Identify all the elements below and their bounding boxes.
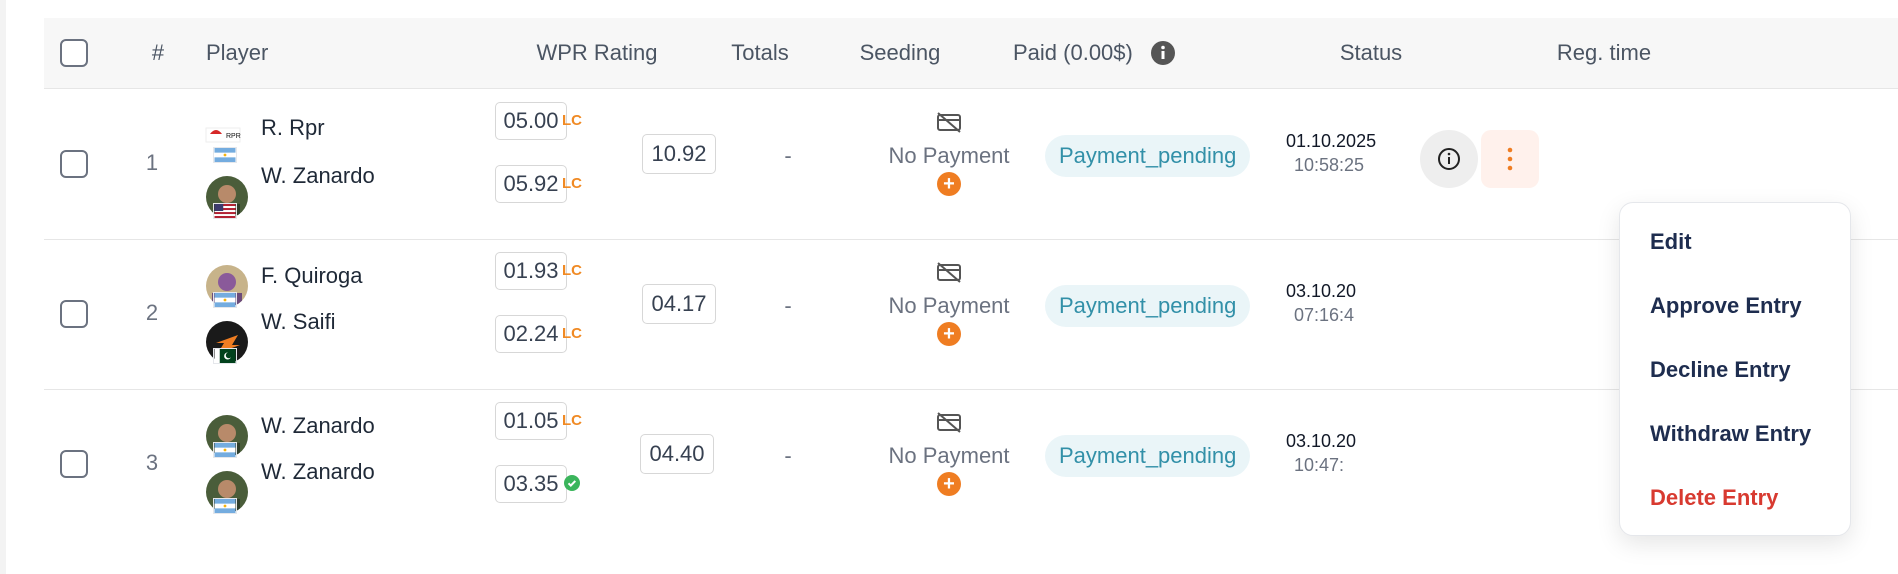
argentina-flag-icon (213, 292, 237, 308)
reg-date: 03.10.20 (1286, 431, 1357, 451)
add-payment-button[interactable]: + (937, 322, 961, 346)
reg-date: 01.10.2025 (1286, 131, 1377, 151)
seeding-value: - (784, 293, 792, 318)
header-number: # (151, 40, 165, 65)
argentina-flag-icon (213, 498, 237, 514)
seeding-value: - (784, 143, 792, 168)
kebab-menu-icon (1507, 147, 1513, 171)
payment-status-text: No Payment (888, 293, 1010, 318)
payment-status-text: No Payment (888, 443, 1010, 468)
argentina-flag-icon (213, 147, 237, 163)
status-badge: Payment_pending (1045, 435, 1251, 477)
menu-item-approve-entry[interactable]: Approve Entry (1650, 293, 1802, 319)
header-player[interactable]: Player (206, 18, 268, 88)
row-checkbox[interactable] (60, 150, 88, 178)
usa-flag-icon (213, 203, 237, 219)
header-status[interactable]: Status (1340, 18, 1402, 88)
header-paid[interactable]: Paid (0.00$) (1013, 18, 1133, 88)
reg-time: 07:16:4 (1294, 305, 1355, 325)
wpr-rating-value: 02.24 (495, 315, 567, 353)
lc-badge: LC (562, 175, 582, 192)
player-name[interactable]: W. Zanardo (261, 413, 375, 439)
row-checkbox[interactable] (60, 300, 88, 328)
lc-badge: LC (562, 112, 582, 129)
reg-time: 10:47: (1294, 455, 1345, 475)
player-name[interactable]: W. Zanardo (261, 459, 375, 485)
total-value: 04.40 (640, 434, 714, 474)
player-name[interactable]: F. Quiroga (261, 263, 363, 289)
entry-actions-menu: Edit Approve Entry Decline Entry Withdra… (1619, 202, 1851, 536)
header-seeding[interactable]: Seeding (860, 18, 941, 88)
menu-item-withdraw-entry[interactable]: Withdraw Entry (1650, 421, 1811, 447)
table-header: # Player WPR Rating Totals Seeding Paid … (44, 18, 1898, 89)
no-card-icon (937, 412, 961, 433)
payment-status-text: No Payment (888, 143, 1010, 168)
more-actions-button[interactable] (1481, 130, 1539, 188)
header-reg-time[interactable]: Reg. time (1557, 18, 1651, 88)
row-index: 1 (145, 150, 159, 175)
row-checkbox[interactable] (60, 450, 88, 478)
player-name[interactable]: R. Rpr (261, 115, 325, 141)
menu-item-edit[interactable]: Edit (1650, 229, 1692, 255)
left-edge (0, 0, 6, 574)
seeding-value: - (784, 443, 792, 468)
total-value: 10.92 (642, 134, 716, 174)
lc-badge: LC (562, 262, 582, 279)
info-icon[interactable] (1151, 41, 1175, 65)
wpr-rating-value: 03.35 (495, 465, 567, 503)
argentina-flag-icon (213, 442, 237, 458)
no-card-icon (937, 262, 961, 283)
player-name[interactable]: W. Saifi (261, 309, 336, 335)
header-wpr-rating[interactable]: WPR Rating (536, 18, 657, 88)
menu-item-decline-entry[interactable]: Decline Entry (1650, 357, 1791, 383)
status-badge: Payment_pending (1045, 135, 1251, 177)
select-all-checkbox[interactable] (60, 39, 88, 67)
menu-item-delete-entry[interactable]: Delete Entry (1650, 485, 1778, 511)
svg-text:RPR: RPR (226, 133, 241, 140)
wpr-rating-value: 05.92 (495, 165, 567, 203)
pakistan-flag-icon (213, 348, 237, 364)
row-index: 3 (145, 450, 159, 475)
verified-check-icon (564, 475, 580, 491)
status-badge: Payment_pending (1045, 285, 1251, 327)
wpr-rating-value: 01.93 (495, 252, 567, 290)
wpr-rating-value: 01.05 (495, 402, 567, 440)
add-payment-button[interactable]: + (937, 472, 961, 496)
reg-date: 03.10.20 (1286, 281, 1357, 301)
player-name[interactable]: W. Zanardo (261, 163, 375, 189)
no-card-icon (937, 112, 961, 133)
add-payment-button[interactable]: + (937, 172, 961, 196)
total-value: 04.17 (642, 284, 716, 324)
entry-info-button[interactable] (1420, 130, 1478, 188)
header-totals[interactable]: Totals (731, 18, 788, 88)
lc-badge: LC (562, 325, 582, 342)
wpr-rating-value: 05.00 (495, 102, 567, 140)
row-index: 2 (145, 300, 159, 325)
reg-time: 10:58:25 (1294, 155, 1365, 175)
lc-badge: LC (562, 412, 582, 429)
info-circle-icon (1438, 148, 1460, 170)
